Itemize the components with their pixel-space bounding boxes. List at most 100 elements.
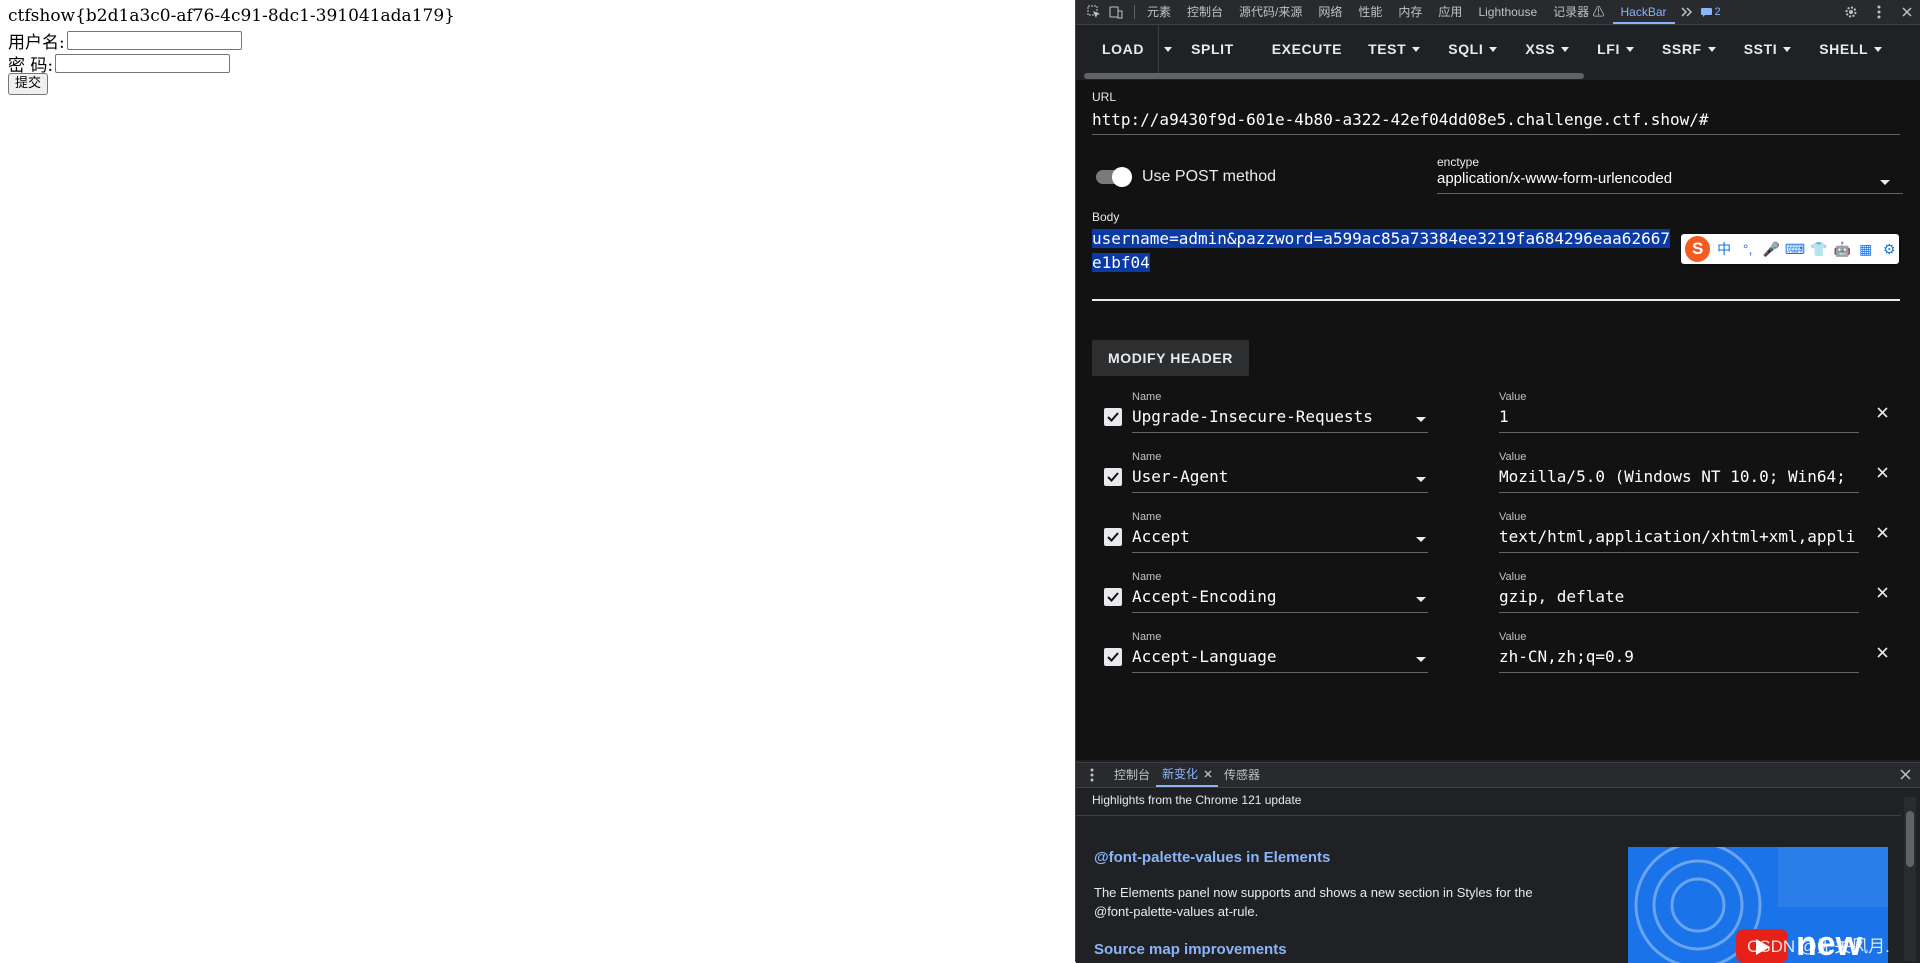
- header-value-input[interactable]: zh-CN,zh;q=0.9: [1499, 647, 1859, 666]
- body-textarea[interactable]: username=admin&pazzword=a599ac85a73384ee…: [1092, 227, 1670, 275]
- tab-performance[interactable]: 性能: [1350, 0, 1390, 24]
- whats-new-item-title[interactable]: @font-palette-values in Elements: [1094, 849, 1330, 866]
- header-name-input[interactable]: Accept-Encoding: [1132, 587, 1277, 606]
- remove-header-icon[interactable]: [1874, 644, 1890, 660]
- remove-header-icon[interactable]: [1874, 464, 1890, 480]
- password-input[interactable]: [55, 54, 231, 73]
- csdn-watermark: CSDN @无关风月.: [1747, 937, 1890, 956]
- tab-lighthouse[interactable]: Lighthouse: [1470, 0, 1545, 24]
- body-underline: [1092, 299, 1900, 301]
- tab-console[interactable]: 控制台: [1179, 0, 1231, 24]
- header-checkbox[interactable]: [1104, 648, 1122, 666]
- split-button[interactable]: SPLIT: [1177, 25, 1248, 73]
- chevron-down-icon[interactable]: [1416, 477, 1426, 482]
- submit-button[interactable]: 提交: [8, 73, 49, 95]
- tab-memory[interactable]: 内存: [1390, 0, 1430, 24]
- header-checkbox[interactable]: [1104, 588, 1122, 606]
- chinese-mode-icon[interactable]: 中: [1714, 239, 1734, 259]
- kebab-menu-icon[interactable]: [1084, 767, 1100, 783]
- ssti-menu-button[interactable]: SSTI: [1730, 25, 1806, 73]
- toolbox-icon[interactable]: ▦: [1856, 239, 1876, 259]
- lfi-menu-button[interactable]: LFI: [1583, 25, 1648, 73]
- chevron-down-icon[interactable]: [1416, 417, 1426, 422]
- header-checkbox[interactable]: [1104, 468, 1122, 486]
- load-button[interactable]: LOAD: [1076, 25, 1158, 73]
- header-value-underline: [1499, 612, 1859, 613]
- shell-label: SHELL: [1819, 41, 1869, 57]
- modify-header-button[interactable]: MODIFY HEADER: [1092, 340, 1249, 376]
- header-value-underline: [1499, 432, 1859, 433]
- assistant-icon[interactable]: 🤖: [1832, 239, 1852, 259]
- header-value-input[interactable]: gzip, deflate: [1499, 587, 1859, 606]
- drawer-tab-whats-new[interactable]: 新变化: [1156, 763, 1219, 787]
- keyboard-icon[interactable]: ⌨: [1785, 239, 1805, 259]
- settings-icon[interactable]: ⚙: [1879, 239, 1899, 259]
- remove-header-icon[interactable]: [1874, 584, 1890, 600]
- tab-hackbar[interactable]: HackBar: [1612, 0, 1675, 24]
- tab-network[interactable]: 网络: [1310, 0, 1350, 24]
- username-input[interactable]: [66, 31, 242, 50]
- header-name-input[interactable]: Accept: [1132, 527, 1190, 546]
- chevron-down-icon[interactable]: [1416, 657, 1426, 662]
- microphone-icon[interactable]: 🎤: [1761, 239, 1781, 259]
- sqli-menu-button[interactable]: SQLI: [1434, 25, 1511, 73]
- header-name-underline: [1132, 492, 1428, 493]
- header-checkbox[interactable]: [1104, 528, 1122, 546]
- username-label: 用户名:: [8, 33, 65, 53]
- drawer-scrollbar[interactable]: [1904, 797, 1916, 961]
- close-drawer-icon[interactable]: [1900, 769, 1911, 783]
- header-value-input[interactable]: Mozilla/5.0 (Windows NT 10.0; Win64;: [1499, 467, 1859, 486]
- test-menu-button[interactable]: TEST: [1356, 25, 1434, 73]
- tab-sources[interactable]: 源代码/来源: [1231, 0, 1310, 24]
- remove-header-icon[interactable]: [1874, 524, 1890, 540]
- inspect-icon[interactable]: [1086, 4, 1102, 20]
- header-value-label: Value: [1499, 631, 1527, 643]
- device-toggle-icon[interactable]: [1108, 4, 1124, 20]
- header-name-input[interactable]: Upgrade-Insecure-Requests: [1132, 407, 1373, 426]
- header-name-input[interactable]: User-Agent: [1132, 467, 1228, 486]
- chevron-down-icon[interactable]: [1416, 597, 1426, 602]
- drawer-tab-console[interactable]: 控制台: [1108, 763, 1156, 787]
- body-line-2: e1bf04: [1092, 253, 1150, 272]
- header-value-input[interactable]: text/html,application/xhtml+xml,appli: [1499, 527, 1859, 546]
- url-input[interactable]: http://a9430f9d-601e-4b80-a322-42ef04dd0…: [1092, 110, 1709, 129]
- settings-icon[interactable]: [1843, 4, 1859, 20]
- post-method-toggle[interactable]: [1094, 167, 1132, 187]
- hackbar-toolbar: LOAD SPLIT EXECUTE TEST SQLI XSS LFI SSR…: [1076, 25, 1920, 73]
- whats-new-subtitle: Highlights from the Chrome 121 update: [1092, 793, 1302, 807]
- shell-menu-button[interactable]: SHELL: [1805, 25, 1896, 73]
- header-value-label: Value: [1499, 391, 1527, 403]
- header-name-input[interactable]: Accept-Language: [1132, 647, 1277, 666]
- more-tabs-icon[interactable]: [1679, 4, 1695, 20]
- execute-button[interactable]: EXECUTE: [1248, 25, 1356, 73]
- punctuation-icon[interactable]: °,: [1738, 239, 1758, 259]
- close-icon[interactable]: [1899, 4, 1915, 20]
- header-value-label: Value: [1499, 511, 1527, 523]
- toggle-knob: [1112, 167, 1132, 187]
- tab-application[interactable]: 应用: [1430, 0, 1470, 24]
- ssrf-menu-button[interactable]: SSRF: [1648, 25, 1730, 73]
- sogou-logo-icon[interactable]: S: [1685, 236, 1711, 262]
- whats-new-item-title[interactable]: Source map improvements: [1094, 941, 1287, 958]
- enctype-select[interactable]: application/x-www-form-urlencoded: [1437, 170, 1672, 187]
- kebab-menu-icon[interactable]: [1871, 4, 1887, 20]
- toolbar-scrollbar[interactable]: [1084, 73, 1584, 79]
- remove-header-icon[interactable]: [1874, 404, 1890, 420]
- header-value-input[interactable]: 1: [1499, 407, 1859, 426]
- load-dropdown-button[interactable]: [1158, 25, 1177, 73]
- post-method-label: Use POST method: [1142, 168, 1276, 185]
- skin-icon[interactable]: 👕: [1809, 239, 1829, 259]
- tab-elements[interactable]: 元素: [1139, 0, 1179, 24]
- header-name-underline: [1132, 612, 1428, 613]
- chevron-down-icon: [1561, 46, 1570, 52]
- xss-menu-button[interactable]: XSS: [1511, 25, 1583, 73]
- header-checkbox[interactable]: [1104, 408, 1122, 426]
- issues-badge[interactable]: 2: [1700, 6, 1721, 18]
- close-icon[interactable]: [1204, 770, 1212, 778]
- drawer-tab-sensors[interactable]: 传感器: [1218, 763, 1266, 787]
- tab-recorder[interactable]: 记录器 ⚠: [1545, 0, 1612, 24]
- flag-text: ctfshow{b2d1a3c0-af76-4c91-8dc1-391041ad…: [8, 6, 455, 26]
- chevron-down-icon[interactable]: [1416, 537, 1426, 542]
- scrollbar-thumb[interactable]: [1906, 811, 1914, 867]
- header-name-label: Name: [1132, 391, 1162, 403]
